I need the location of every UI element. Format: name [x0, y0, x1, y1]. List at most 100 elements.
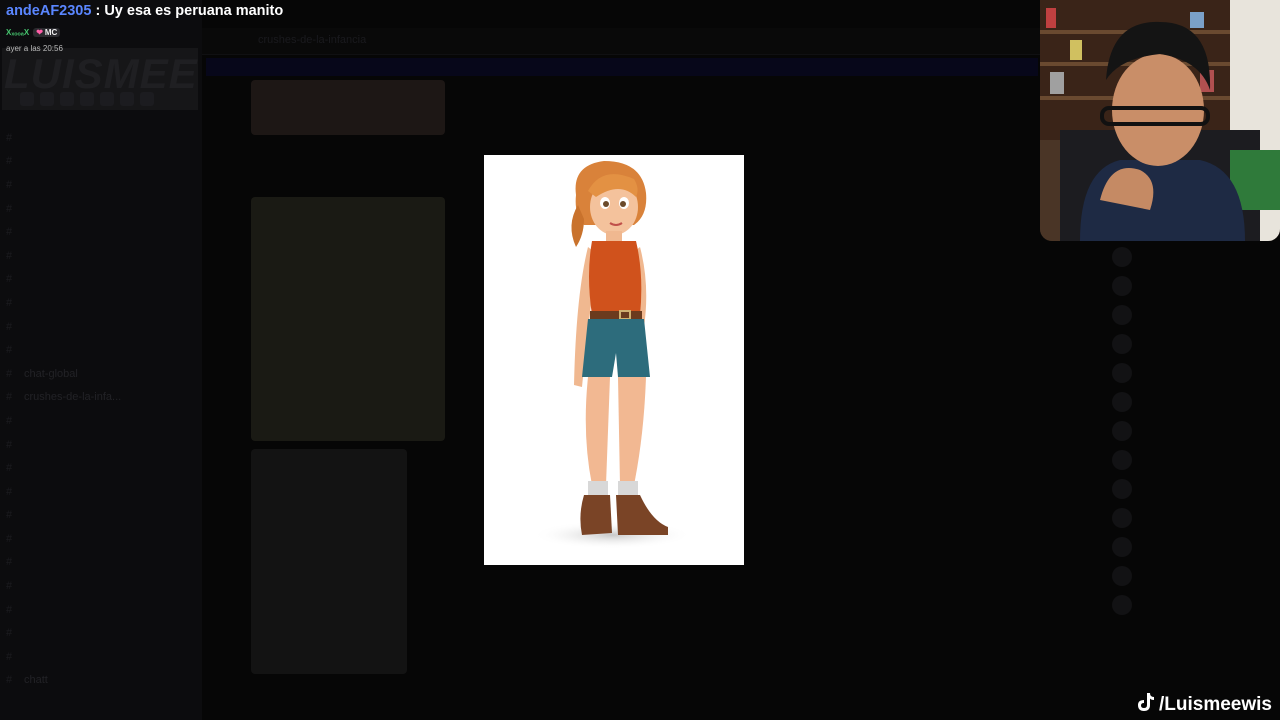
avatar: [1112, 420, 1132, 441]
channel-item[interactable]: #: [6, 268, 196, 292]
member-list: [1100, 242, 1280, 682]
message-image[interactable]: [251, 80, 445, 135]
channel-header-title: crushes-de-la-infancia: [258, 34, 367, 46]
chat-text: Uy esa es peruana manito: [104, 3, 284, 19]
channel-item[interactable]: #: [6, 173, 196, 197]
channel-item[interactable]: #: [6, 504, 196, 528]
chat-username: andeAF2305: [6, 3, 92, 19]
hash-icon: #: [6, 438, 13, 451]
channel-item[interactable]: #: [6, 598, 196, 622]
notice-bar: [206, 58, 1038, 76]
mc-badge: ❤ MC: [33, 28, 61, 37]
kick-icon[interactable]: [140, 92, 154, 106]
hash-icon: #: [6, 391, 13, 404]
channel-item[interactable]: #: [6, 645, 196, 669]
member-item[interactable]: [1100, 532, 1280, 561]
hash-icon: #: [6, 650, 13, 663]
hash-icon: #: [6, 249, 13, 262]
avatar: [1112, 507, 1132, 528]
subscriber-badge: XₓₒₒₐX: [6, 28, 30, 37]
server-sidebar: LUISMEEWIS # # # # # # # # # # #chat-glo…: [0, 0, 202, 720]
member-item[interactable]: [1100, 445, 1280, 474]
webcam-feed: [1040, 0, 1280, 241]
channel-list: # # # # # # # # # # # chat-global # crushe…: [6, 126, 196, 692]
hash-icon: #: [6, 320, 13, 333]
stream-chat-overlay: andeAF2305 : Uy esa es peruana manito Xₓ…: [6, 3, 283, 53]
channel-item[interactable]: #: [6, 551, 196, 575]
message-image[interactable]: [251, 197, 445, 441]
hash-icon: #: [6, 674, 13, 687]
hash-icon: #: [6, 556, 13, 569]
message-image[interactable]: [251, 449, 407, 674]
channel-item[interactable]: #: [6, 244, 196, 268]
avatar: [1112, 594, 1132, 615]
hash-icon: #: [6, 485, 13, 498]
hash-icon: #: [6, 344, 13, 357]
channel-item[interactable]: #: [6, 527, 196, 551]
facebook-icon[interactable]: [100, 92, 114, 106]
x-icon[interactable]: [80, 92, 94, 106]
channel-item[interactable]: #: [6, 456, 196, 480]
avatar: [1112, 362, 1132, 383]
channel-item[interactable]: #: [6, 409, 196, 433]
channel-item-crushes[interactable]: # crushes-de-la-infa...: [6, 386, 196, 410]
member-item[interactable]: [1100, 590, 1280, 619]
channel-item[interactable]: #: [6, 338, 196, 362]
channel-item[interactable]: #: [6, 480, 196, 504]
channel-item[interactable]: #: [6, 197, 196, 221]
channel-item[interactable]: #: [6, 433, 196, 457]
avatar: [1112, 391, 1132, 412]
avatar: [1112, 304, 1132, 325]
heart-icon: ❤: [36, 28, 43, 37]
hash-icon: #: [6, 414, 13, 427]
chat-separator: :: [91, 3, 105, 19]
member-item[interactable]: [1100, 474, 1280, 503]
hash-icon: #: [6, 131, 13, 144]
social-icons: [20, 92, 154, 106]
channel-item[interactable]: #: [6, 126, 196, 150]
avatar: [1112, 449, 1132, 470]
hash-icon: #: [6, 603, 13, 616]
member-item[interactable]: [1100, 561, 1280, 590]
channel-item-chatt[interactable]: # chatt: [6, 669, 196, 693]
member-item[interactable]: [1100, 329, 1280, 358]
hash-icon: #: [6, 296, 13, 309]
member-item[interactable]: [1100, 358, 1280, 387]
hash-icon: #: [6, 226, 13, 239]
hash-icon: #: [6, 202, 13, 215]
member-item[interactable]: [1100, 503, 1280, 532]
member-item[interactable]: [1100, 387, 1280, 416]
tiktok-icon: [1137, 692, 1155, 718]
member-item[interactable]: [1100, 271, 1280, 300]
tiktok-handle-text: /Luismeewis: [1159, 694, 1272, 715]
character-illustration: [532, 161, 692, 549]
channel-item[interactable]: #: [6, 315, 196, 339]
channel-item-chat-global[interactable]: # chat-global: [6, 362, 196, 386]
channel-item[interactable]: #: [6, 150, 196, 174]
member-item[interactable]: [1100, 242, 1280, 271]
instagram-icon[interactable]: [60, 92, 74, 106]
image-preview[interactable]: [484, 155, 744, 565]
avatar: [1112, 565, 1132, 586]
webcam-image: [1040, 0, 1280, 241]
channel-item[interactable]: #: [6, 621, 196, 645]
channel-header: crushes-de-la-infancia: [202, 28, 1040, 55]
member-item[interactable]: [1100, 300, 1280, 329]
hash-icon: #: [6, 155, 13, 168]
youtube-icon[interactable]: [20, 92, 34, 106]
avatar: [1112, 333, 1132, 354]
member-item[interactable]: [1100, 416, 1280, 445]
server-banner-title: LUISMEEWIS: [4, 50, 198, 97]
channel-item[interactable]: #: [6, 291, 196, 315]
hash-icon: #: [6, 532, 13, 545]
hash-icon: #: [6, 580, 13, 593]
avatar: [1112, 246, 1132, 267]
twitch-icon[interactable]: [120, 92, 134, 106]
avatar: [1112, 478, 1132, 499]
channel-item[interactable]: #: [6, 220, 196, 244]
hash-icon: #: [6, 462, 13, 475]
hash-icon: #: [6, 509, 13, 522]
channel-item[interactable]: #: [6, 574, 196, 598]
tiktok-icon[interactable]: [40, 92, 54, 106]
chat-message: andeAF2305 : Uy esa es peruana manito: [6, 3, 283, 19]
